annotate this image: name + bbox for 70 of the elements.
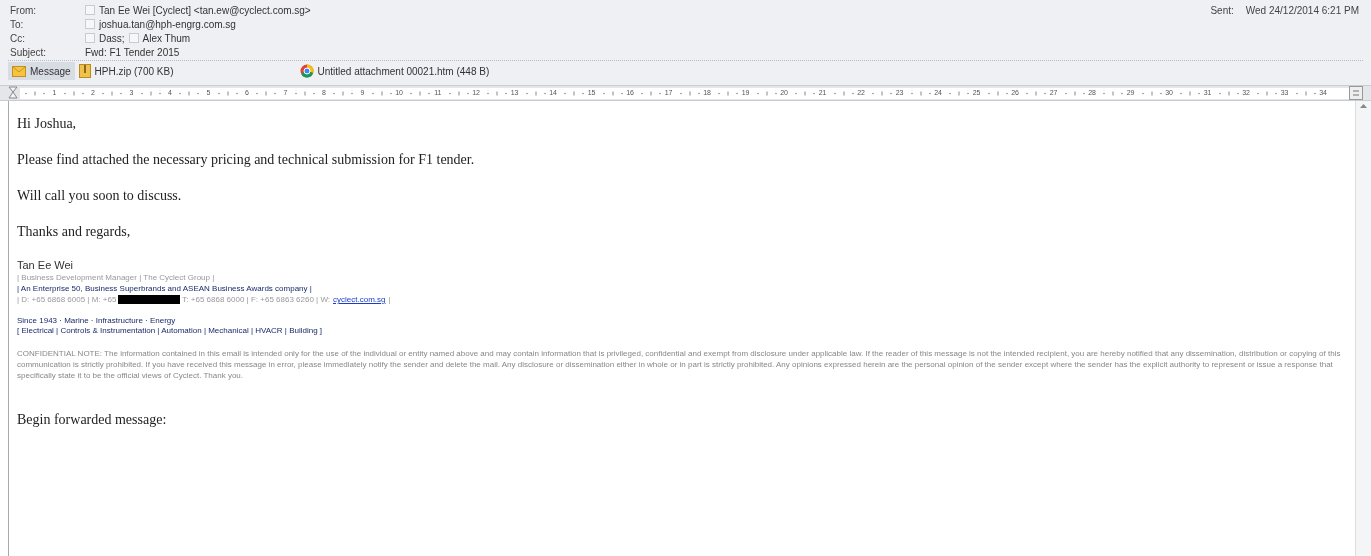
services-text: [ Electrical | Controls & Instrumentation | Automation | Mechanical | HVACR | Building ]	[17, 326, 324, 336]
disclaimer-text: CONFIDENTIAL NOTE: The information contained in this email is intended only for the use of the individual or entity named above and may contain information that is privileged, confidential and exempt from disclosure under applicable law. If the reader of this message is not the intended recipient, you are hereby notified that any dissemination, distribution or copying of this communication is strictly prohibited. If you have received this message in error, please immediately notify the sender and delete the mail. Any disclosure or dissemination either in whole or in part is strictly prohibited. Any opinions expressed herein are the personal opinion of the sender except where the sender has the explicit authority to represent or issue a response that specifically state it to be the official views of Cyclect. Thank you.	[17, 348, 1342, 381]
phone-text: | D: +65 6868 6005 | M: +65	[17, 294, 117, 305]
ruler-ticks	[255, 90, 277, 96]
signature-tagline: | An Enterprise 50, Business Superbrands and ASEAN Business Awards company |	[17, 283, 313, 294]
body-paragraph: Will call you soon to discuss.	[17, 187, 183, 204]
ruler-ticks	[486, 90, 508, 96]
subject-text: Fwd: F1 Tender 2015	[85, 45, 180, 60]
ruler-ticks	[1217, 90, 1240, 96]
field-label: Subject:	[10, 45, 48, 60]
field-label: To:	[10, 17, 25, 32]
ruler-ticks	[563, 90, 585, 96]
globe-icon	[299, 64, 314, 78]
attachment-tab[interactable]: Message	[8, 62, 75, 80]
sent-date: Wed 24/12/2014 6:21 PM	[1245, 3, 1359, 18]
ruler-ticks	[909, 90, 932, 96]
ruler-ticks	[178, 90, 200, 96]
recipient-name[interactable]: joshua.tan@hph-engrg.com.sg	[99, 16, 236, 32]
ruler-ticks	[986, 90, 1009, 96]
ruler-ticks	[524, 90, 547, 96]
ruler-ticks	[409, 90, 431, 96]
attachment-tab[interactable]: Untitled attachment 00021.htm (448 B)	[295, 62, 494, 80]
body-paragraph: Please find attached the necessary pricing and technical submission for F1 tender.	[17, 151, 476, 168]
ruler-ticks	[640, 90, 662, 96]
ruler-ticks	[370, 90, 393, 96]
contact-icon	[128, 33, 139, 43]
recipient-name[interactable]: Alex Thum	[142, 30, 191, 46]
ruler-ticks	[1102, 90, 1124, 96]
separator-text: |	[388, 294, 391, 305]
envelope-icon	[12, 65, 26, 77]
body-paragraph: Thanks and regards,	[17, 223, 132, 240]
body-paragraph: Hi Joshua,	[17, 115, 78, 132]
folder-icon	[78, 64, 91, 78]
forwarded-heading: Begin forwarded message:	[17, 411, 168, 428]
ruler-ticks	[1256, 90, 1278, 96]
ruler-ticks	[332, 90, 354, 96]
indent-marker-icon[interactable]	[8, 86, 18, 100]
since-text: Since 1943 · Marine · Infrastructure · Energy	[17, 316, 177, 326]
ruler-ticks	[832, 90, 855, 96]
ruler-ticks	[601, 90, 624, 96]
ruler-toggle-icon[interactable]	[1349, 86, 1363, 100]
recipient-name[interactable]: Dass;	[99, 30, 125, 46]
ruler-ticks	[717, 90, 739, 96]
ruler-ticks	[1140, 90, 1163, 96]
ruler-ticks	[139, 90, 162, 96]
sent-label: Sent:	[1210, 3, 1234, 18]
website-link[interactable]: cyclect.com.sg	[333, 294, 386, 305]
signature-name: Tan Ee Wei	[17, 259, 75, 272]
phone-text: T: +65 6868 6000 | F: +65 6863 6260 | W:	[182, 294, 330, 305]
ruler-ticks	[794, 90, 816, 96]
ruler-ticks	[678, 90, 701, 96]
field-label: Cc:	[10, 31, 26, 46]
ruler-ticks	[1063, 90, 1086, 96]
ruler-ticks	[948, 90, 970, 96]
ruler-ticks	[24, 90, 46, 96]
ruler-ticks	[755, 90, 778, 96]
ruler-ticks	[1294, 90, 1317, 96]
ruler-ticks	[101, 90, 123, 96]
ruler-ticks	[293, 90, 316, 96]
signature-title: | Business Development Manager | The Cyclect Group |	[17, 272, 216, 283]
ruler-ticks	[447, 90, 470, 96]
ruler-ticks	[62, 90, 85, 96]
recipient-name[interactable]: Tan Ee Wei [Cyclect] <tan.ew@cyclect.com.sg>	[99, 2, 311, 18]
ruler-ticks	[871, 90, 893, 96]
redaction-bar	[118, 295, 181, 304]
attachment-tab[interactable]: HPH.zip (700 KB)	[74, 62, 178, 80]
ruler-ticks	[1025, 90, 1047, 96]
ruler-ticks	[216, 90, 239, 96]
ruler-ticks	[1179, 90, 1201, 96]
field-label: From:	[10, 3, 38, 18]
